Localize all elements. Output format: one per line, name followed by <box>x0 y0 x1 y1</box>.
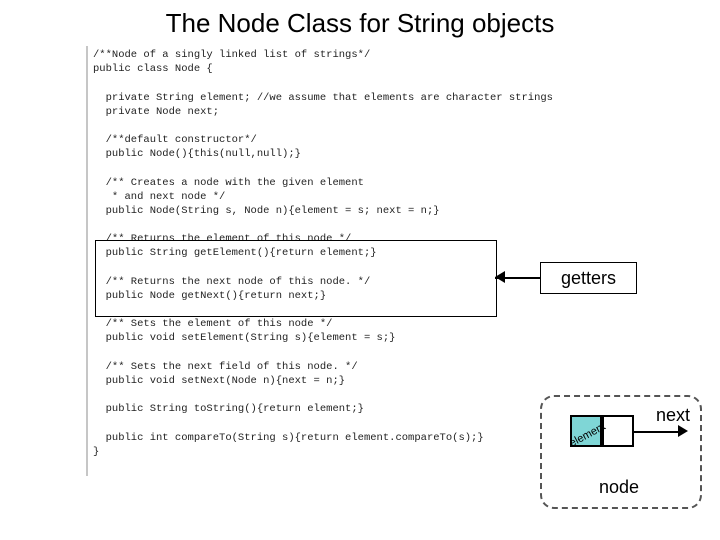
page-title: The Node Class for String objects <box>0 8 720 39</box>
element-text: element <box>567 421 607 450</box>
node-label: node <box>540 477 698 498</box>
getters-label: getters <box>540 262 637 294</box>
code-block: /**Node of a singly linked list of strin… <box>93 48 613 459</box>
next-arrow-line <box>634 431 680 433</box>
getters-arrow-head <box>495 271 505 283</box>
node-element-cell: element <box>570 415 602 447</box>
node-cells: element <box>570 415 634 447</box>
next-label: next <box>656 405 690 426</box>
code-left-border <box>86 46 88 476</box>
next-arrow-head <box>678 425 688 437</box>
